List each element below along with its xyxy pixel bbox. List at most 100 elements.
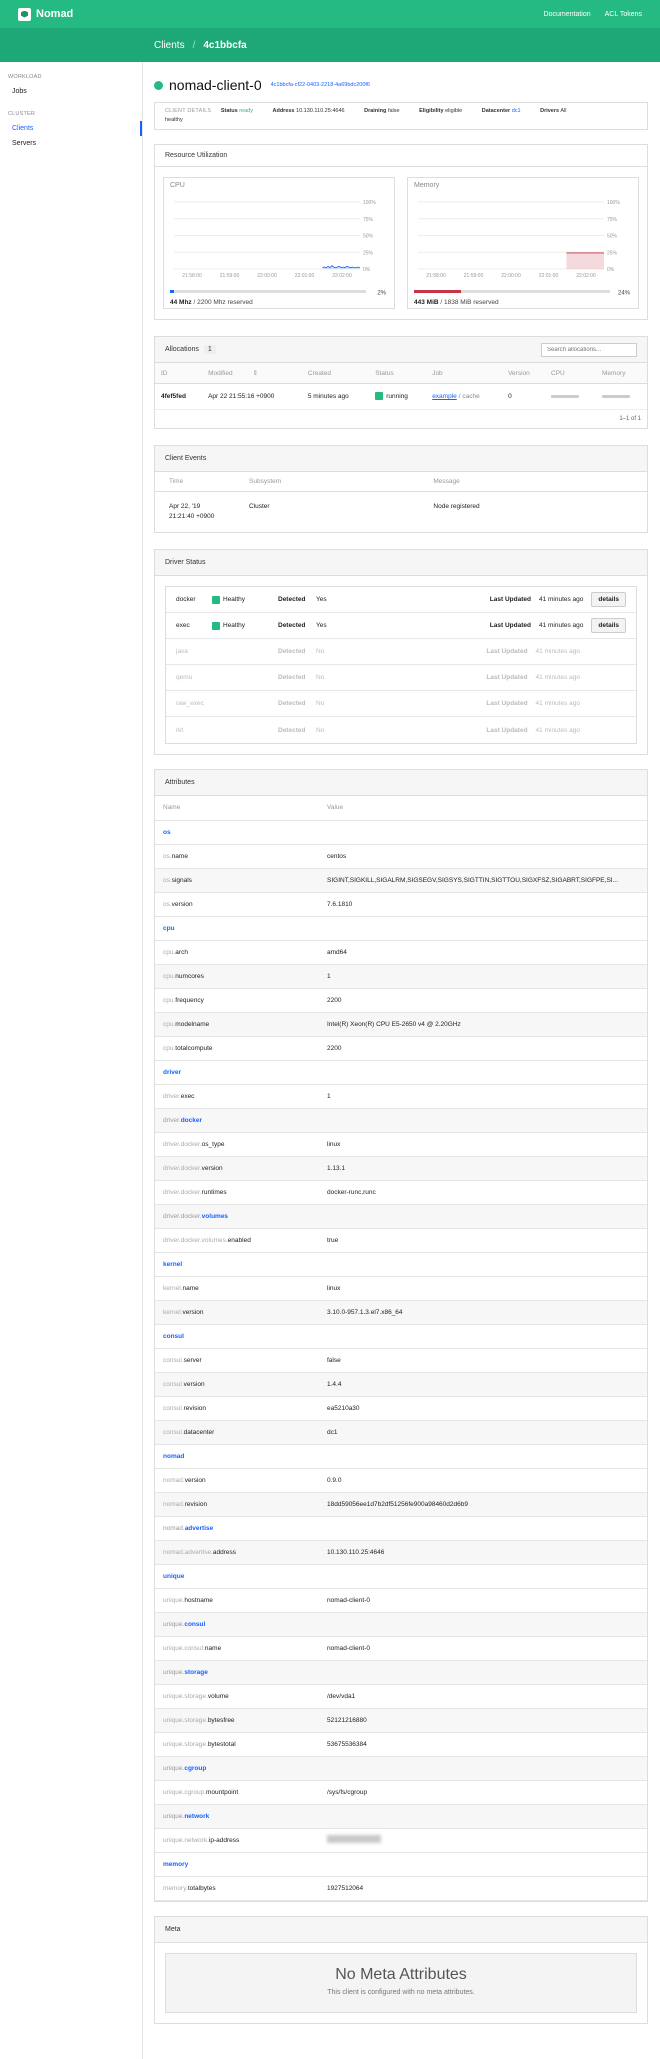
y-tick-label: 0%	[607, 267, 615, 273]
attr-row: kernel.version 3.10.0-957.1.3.el7.x86_64	[155, 1300, 647, 1325]
alloc-id[interactable]: 4fef5fed	[161, 393, 186, 400]
attr-key-name: name	[182, 1284, 199, 1292]
driver-row-raw_exec: raw_exec Detected No Last Updated 41 minutes…	[166, 691, 636, 717]
attr-section-name: kernel	[155, 1252, 647, 1277]
y-tick-label: 100%	[607, 200, 620, 206]
attr-subsection-row: nomad.advertise	[155, 1516, 647, 1541]
breadcrumb-clients[interactable]: Clients	[154, 40, 185, 51]
last-updated-value: 41 minutes ago	[535, 700, 580, 707]
client-id: 4c1bbcfa-cf22-0403-2218-4a69bdc200f6	[270, 82, 370, 88]
alloc-col-label: Job	[432, 369, 443, 377]
x-tick-label: 21:58:00	[426, 273, 446, 279]
job-link[interactable]: example	[432, 393, 457, 400]
detected-label: Detected	[278, 700, 306, 707]
alloc-col-header[interactable]: Memory	[595, 363, 647, 384]
attr-prefix: kernel.	[163, 1284, 183, 1292]
attr-subsection-row: unique.cgroup	[155, 1756, 647, 1781]
attr-value: 1927512064	[319, 1876, 647, 1901]
detected-value: No	[316, 648, 325, 655]
attr-subsection-name: unique.storage	[155, 1660, 647, 1685]
memory-footer: 443 MiB / 1838 MiB reserved	[414, 299, 632, 306]
attr-prefix: cpu.	[163, 948, 176, 956]
event-col-header: Time	[155, 472, 235, 492]
alloc-col-header[interactable]: Job	[426, 363, 503, 384]
memory-total: / 1838 MiB reserved	[440, 299, 499, 306]
last-updated-label: Last Updated	[486, 700, 528, 707]
sidebar-group-label: WORKLOAD	[8, 74, 42, 80]
attr-value: 1.13.1	[319, 1156, 647, 1181]
attr-key-name: hostname	[184, 1596, 213, 1604]
attr-key-name: name	[204, 1644, 222, 1652]
allocations-header: Allocations 1	[155, 337, 647, 363]
x-tick-label: 22:00:00	[257, 273, 277, 279]
detected-label: Detected	[278, 596, 306, 603]
datacenter-value: dc1	[511, 108, 521, 114]
attr-key: cpu.arch	[155, 940, 319, 965]
attr-key-name: signals	[171, 876, 192, 884]
main-content: nomad-client-0 4c1bbcfa-cf22-0403-2218-4…	[154, 62, 648, 2024]
alloc-col-header[interactable]: CPU	[545, 363, 596, 384]
attr-key-name: exec	[180, 1092, 195, 1100]
attr-key: consul.revision	[155, 1396, 319, 1421]
client-events-title: Client Events	[165, 455, 207, 462]
attr-key-name: frequency	[175, 996, 204, 1004]
alloc-col-header[interactable]: Created	[301, 363, 370, 384]
detected-label: Detected	[278, 674, 306, 681]
detected-value: Yes	[316, 596, 327, 603]
usage-bar-track	[170, 290, 366, 293]
attr-subsection-key: storage	[184, 1668, 208, 1676]
attr-row: cpu.totalcompute 2200	[155, 1036, 647, 1061]
table-row[interactable]: 4fef5fed Apr 22 21:55:16 +0900 5 minutes a…	[155, 383, 647, 410]
sidebar-item-servers[interactable]: Servers	[0, 136, 142, 151]
sidebar-item-clients[interactable]: Clients	[0, 121, 142, 136]
attr-section-row: cpu	[155, 916, 647, 941]
attr-value: 10.130.110.25:4646	[319, 1540, 647, 1565]
attr-value: true	[319, 1228, 647, 1253]
last-updated-label: Last Updated	[486, 726, 528, 734]
attr-value: 18dd59056ee1d7b2df51256fe900a98460d2d6b9	[319, 1492, 647, 1517]
alloc-id-cell[interactable]: 4fef5fed	[155, 383, 203, 410]
meta-header: Meta	[155, 1916, 647, 1943]
alloc-col-header[interactable]: ID	[155, 363, 203, 384]
sidebar-item-jobs[interactable]: Jobs	[0, 84, 142, 99]
details-button[interactable]: details	[591, 618, 626, 633]
attr-key: unique.storage.volume	[155, 1684, 319, 1709]
attr-key: consul.version	[155, 1372, 319, 1397]
attr-row: unique.cgroup.mountpoint/sys/fs/cgroup	[155, 1780, 647, 1805]
alloc-col-header[interactable]: Status	[369, 363, 427, 384]
attr-row: consul.revision ea5210a30	[155, 1396, 647, 1421]
details-label: CLIENT DETAILS	[165, 108, 212, 114]
attr-subsection-row: driver.docker	[155, 1108, 647, 1133]
breadcrumb: Clients / 4c1bbcfa	[0, 28, 660, 62]
attr-key: driver.docker.os_type	[155, 1132, 319, 1157]
event-col-header: Message	[419, 472, 647, 492]
alloc-created: 5 minutes ago	[301, 383, 370, 410]
search-allocations-input[interactable]	[541, 342, 637, 357]
attr-subsection-name: unique.consul	[155, 1612, 647, 1637]
eligibility-label: Eligibility	[419, 108, 444, 114]
alloc-col-header[interactable]: Modified ⇕	[202, 363, 302, 384]
attr-prefix: kernel.	[163, 1308, 183, 1316]
series-area	[566, 252, 604, 269]
nomad-logo[interactable]: Nomad	[18, 7, 73, 21]
top-nav-link[interactable]: ACL Tokens	[605, 11, 642, 18]
attr-value: nomad-client-0	[319, 1588, 647, 1613]
last-updated-value: 41 minutes ago	[535, 726, 580, 734]
detected-label: Detected	[278, 726, 306, 734]
driver-health-text: Healthy	[223, 596, 246, 603]
attr-prefix: unique.storage.	[163, 1716, 208, 1724]
attr-row: cpu.frequency 2200	[155, 988, 647, 1013]
attr-key: os.name	[155, 844, 319, 869]
attr-key: unique.consul.name	[155, 1636, 319, 1661]
alloc-col-header[interactable]: Version	[502, 363, 545, 384]
attr-prefix: driver.	[163, 1092, 181, 1100]
top-nav-link[interactable]: Documentation	[544, 11, 591, 18]
details-button[interactable]: details	[591, 592, 626, 607]
sort-icon[interactable]: ⇕	[253, 370, 258, 377]
attr-row: os.name centos	[155, 844, 647, 869]
attr-prefix: cpu.	[163, 1044, 176, 1052]
last-updated-value: 41 minutes ago	[535, 674, 580, 681]
running-status-icon	[375, 392, 384, 401]
attr-prefix: unique.storage.	[163, 1692, 208, 1700]
attr-col-header: Name	[155, 796, 319, 821]
